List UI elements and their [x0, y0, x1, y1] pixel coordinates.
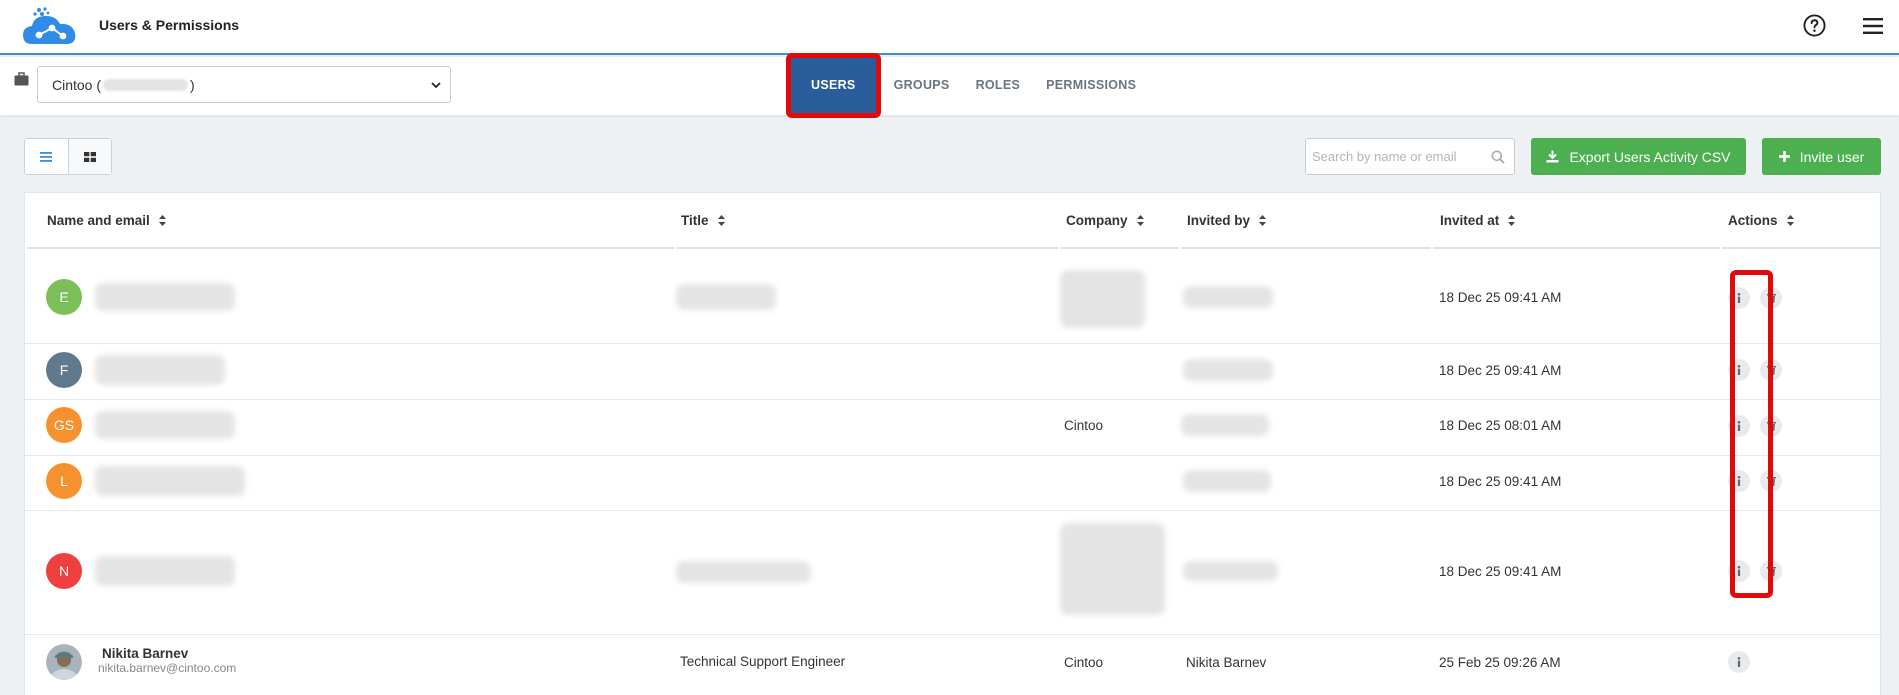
- avatar: GS: [46, 407, 82, 443]
- avatar: N: [46, 553, 82, 589]
- tab-groups[interactable]: GROUPS: [881, 78, 963, 92]
- column-header-actions[interactable]: Actions: [1728, 213, 1794, 228]
- tab-bar: USERS GROUPS ROLES PERMISSIONS: [786, 50, 1149, 120]
- column-header-company[interactable]: Company: [1066, 213, 1144, 228]
- view-toggle: [24, 138, 112, 175]
- user-email: nikita.barnev@cintoo.com: [98, 661, 237, 675]
- users-table: Name and email Title Company Invited by …: [24, 192, 1882, 695]
- organization-id-redacted: [103, 78, 189, 91]
- redacted-company: [1060, 270, 1145, 328]
- invited-at: 18 Dec 25 08:01 AM: [1439, 418, 1562, 433]
- download-icon: [1546, 150, 1559, 163]
- redacted-invited-by: [1183, 561, 1278, 581]
- tab-users[interactable]: USERS: [786, 52, 881, 118]
- row-divider: [25, 399, 1882, 400]
- avatar: [46, 644, 82, 680]
- row-divider: [25, 634, 1882, 635]
- redacted-name-email: [95, 556, 235, 586]
- tab-permissions[interactable]: PERMISSIONS: [1033, 78, 1149, 92]
- page-title: Users & Permissions: [99, 17, 240, 33]
- sort-icon: [158, 215, 166, 226]
- invited-at: 18 Dec 25 09:41 AM: [1439, 363, 1562, 378]
- redacted-title: [676, 561, 811, 583]
- row-divider: [25, 510, 1882, 511]
- redacted-title: [676, 284, 776, 310]
- organization-select[interactable]: Cintoo ( ): [37, 66, 451, 103]
- help-icon[interactable]: [1803, 14, 1826, 37]
- search-input[interactable]: [1312, 149, 1482, 164]
- company: Cintoo: [1064, 655, 1104, 670]
- company: Cintoo: [1064, 418, 1104, 433]
- top-bar: Users & Permissions: [0, 0, 1899, 55]
- grid-view-icon: [83, 151, 96, 162]
- avatar: F: [46, 352, 82, 388]
- search-icon[interactable]: [1491, 150, 1505, 164]
- header-divider: [1433, 247, 1720, 249]
- invited-at: 18 Dec 25 09:41 AM: [1439, 564, 1562, 579]
- organization-name: Cintoo (: [52, 76, 102, 93]
- info-button[interactable]: [1728, 651, 1750, 673]
- redacted-invited-by: [1183, 286, 1273, 308]
- column-header-invited-at[interactable]: Invited at: [1440, 213, 1516, 228]
- redacted-name-email: [95, 355, 225, 385]
- cintoo-logo-icon[interactable]: [22, 6, 78, 46]
- sort-icon: [1136, 215, 1144, 226]
- list-view-icon: [40, 151, 53, 162]
- list-view-button[interactable]: [25, 139, 68, 174]
- hamburger-menu-icon[interactable]: [1862, 16, 1884, 36]
- redacted-invited-by: [1183, 470, 1271, 492]
- grid-view-button[interactable]: [67, 139, 111, 174]
- export-button-label: Export Users Activity CSV: [1569, 148, 1731, 165]
- sort-icon: [1508, 215, 1516, 226]
- header-divider: [676, 247, 1058, 249]
- export-users-activity-button[interactable]: Export Users Activity CSV: [1531, 138, 1746, 175]
- plus-icon: [1778, 151, 1790, 162]
- user-name: Nikita Barnev: [102, 646, 189, 661]
- avatar: E: [46, 279, 82, 315]
- invited-by: Nikita Barnev: [1186, 655, 1267, 670]
- header-divider: [1181, 247, 1431, 249]
- row-divider: [25, 455, 1882, 456]
- header-divider: [27, 247, 674, 249]
- row-divider: [25, 343, 1882, 344]
- redacted-name-email: [95, 411, 235, 439]
- info-icon: [1737, 657, 1741, 667]
- search-field: [1305, 138, 1515, 175]
- briefcase-icon: [14, 72, 29, 86]
- redacted-invited-by: [1183, 359, 1273, 381]
- user-title: Technical Support Engineer: [680, 654, 846, 669]
- invited-at: 18 Dec 25 09:41 AM: [1439, 290, 1562, 305]
- column-header-invited-by[interactable]: Invited by: [1187, 213, 1267, 228]
- column-header-title[interactable]: Title: [681, 213, 725, 228]
- invited-at: 18 Dec 25 09:41 AM: [1439, 474, 1562, 489]
- invite-user-button[interactable]: Invite user: [1762, 138, 1881, 175]
- sort-icon: [717, 215, 725, 226]
- header-divider: [1060, 247, 1179, 249]
- redacted-name-email: [95, 466, 245, 496]
- redacted-invited-by: [1181, 414, 1269, 436]
- organization-suffix: ): [190, 76, 195, 93]
- tab-roles[interactable]: ROLES: [963, 78, 1034, 92]
- delete-actions-highlight: [1730, 270, 1773, 598]
- redacted-company: [1060, 523, 1165, 615]
- sort-icon: [1259, 215, 1267, 226]
- invite-button-label: Invite user: [1799, 148, 1865, 165]
- chevron-down-icon: [431, 82, 441, 89]
- column-header-name[interactable]: Name and email: [47, 213, 166, 228]
- header-divider: [1722, 247, 1880, 249]
- invited-at: 25 Feb 25 09:26 AM: [1439, 655, 1561, 670]
- redacted-name-email: [95, 283, 235, 311]
- avatar: L: [46, 463, 82, 499]
- sort-icon: [1786, 215, 1794, 226]
